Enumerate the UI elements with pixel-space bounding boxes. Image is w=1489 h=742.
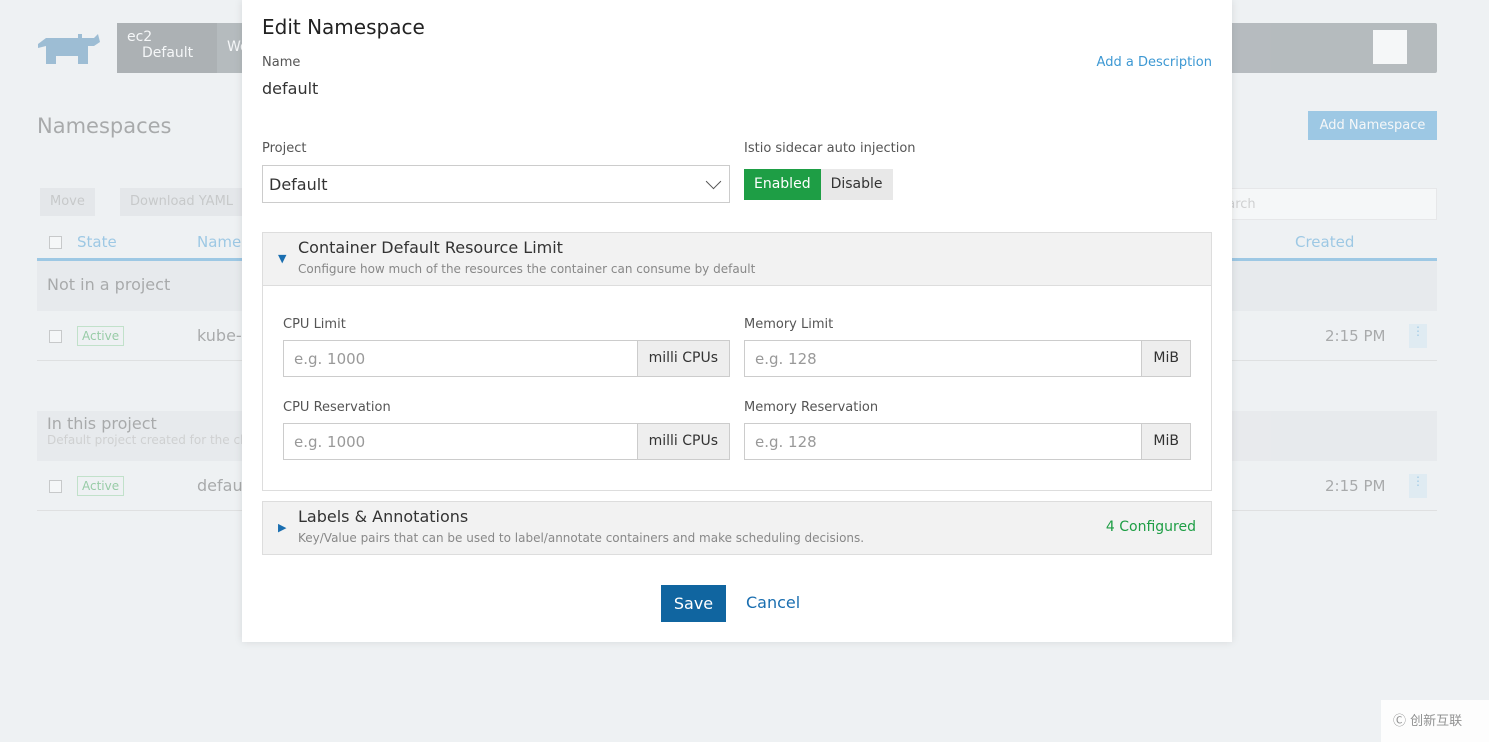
page-title: Namespaces (37, 114, 172, 138)
unit-addon: milli CPUs (636, 341, 729, 376)
col-name[interactable]: Name (197, 233, 241, 251)
unit-addon: MiB (1141, 424, 1190, 459)
chevron-down-icon (705, 173, 722, 190)
section-description: Key/Value pairs that can be used to labe… (298, 531, 865, 545)
col-created[interactable]: Created (1295, 233, 1354, 251)
save-button[interactable]: Save (661, 585, 726, 622)
memory-limit-label: Memory Limit (744, 317, 834, 332)
status-badge: Active (77, 476, 125, 496)
cpu-reservation-input[interactable]: e.g. 1000 milli CPUs (283, 423, 730, 460)
cpu-reservation-label: CPU Reservation (283, 400, 391, 415)
edit-namespace-modal: Edit Namespace Name Add a Description de… (242, 0, 1232, 642)
section-description: Configure how much of the resources the … (298, 262, 756, 276)
row-menu-button[interactable]: ⋮ (1409, 474, 1427, 498)
resource-limit-accordion[interactable]: ▼ Container Default Resource Limit Confi… (262, 232, 1212, 286)
project-name: Default (142, 45, 194, 61)
istio-disable-button[interactable]: Disable (820, 169, 893, 200)
row-name[interactable]: kube-r (197, 326, 248, 345)
unit-addon: MiB (1141, 341, 1190, 376)
name-label: Name (262, 55, 301, 70)
cancel-button[interactable]: Cancel (746, 593, 800, 612)
cpu-limit-label: CPU Limit (283, 317, 346, 332)
placeholder: e.g. 1000 (294, 350, 366, 368)
istio-label: Istio sidecar auto injection (744, 141, 916, 156)
row-created: 2:15 PM (1325, 477, 1386, 495)
modal-title: Edit Namespace (262, 15, 425, 39)
placeholder: e.g. 128 (755, 433, 817, 451)
rancher-logo-icon (38, 34, 100, 64)
status-badge: Active (77, 326, 125, 346)
cpu-limit-input[interactable]: e.g. 1000 milli CPUs (283, 340, 730, 377)
move-button[interactable]: Move (40, 188, 95, 216)
col-state[interactable]: State (77, 233, 117, 251)
project-value: Default (269, 175, 328, 194)
caret-down-icon: ▼ (278, 252, 287, 265)
cluster-switcher[interactable]: ec2 Default (117, 23, 217, 73)
memory-limit-input[interactable]: e.g. 128 MiB (744, 340, 1191, 377)
resource-limit-body: CPU Limit e.g. 1000 milli CPUs Memory Lim… (262, 285, 1212, 491)
add-description-link[interactable]: Add a Description (1097, 55, 1212, 70)
watermark-logo: Ⓒ 创新互联 (1381, 700, 1489, 742)
unit-addon: milli CPUs (636, 424, 729, 459)
labels-annotations-accordion[interactable]: ▶ Labels & Annotations Key/Value pairs t… (262, 501, 1212, 555)
placeholder: e.g. 128 (755, 350, 817, 368)
row-checkbox[interactable] (49, 330, 62, 343)
memory-reservation-label: Memory Reservation (744, 400, 879, 415)
name-value: default (262, 79, 319, 98)
search-input[interactable]: Search (1200, 188, 1437, 220)
configured-count: 4 Configured (1105, 519, 1196, 535)
watermark-text: 创新互联 (1410, 714, 1463, 729)
section-title: Labels & Annotations (298, 507, 469, 526)
caret-right-icon: ▶ (278, 521, 287, 534)
avatar[interactable] (1373, 30, 1407, 64)
project-label: Project (262, 141, 307, 156)
row-created: 2:15 PM (1325, 327, 1386, 345)
istio-toggle: Enabled Disable (744, 169, 893, 200)
row-menu-button[interactable]: ⋮ (1409, 324, 1427, 348)
row-checkbox[interactable] (49, 480, 62, 493)
istio-enabled-button[interactable]: Enabled (744, 169, 821, 200)
project-select[interactable]: Default (262, 165, 730, 203)
section-title: Container Default Resource Limit (298, 238, 563, 257)
download-yaml-button[interactable]: Download YAML (120, 188, 244, 216)
placeholder: e.g. 1000 (294, 433, 366, 451)
cluster-name: ec2 (127, 29, 153, 45)
memory-reservation-input[interactable]: e.g. 128 MiB (744, 423, 1191, 460)
select-all-checkbox[interactable] (49, 236, 62, 249)
add-namespace-button[interactable]: Add Namespace (1308, 111, 1437, 140)
